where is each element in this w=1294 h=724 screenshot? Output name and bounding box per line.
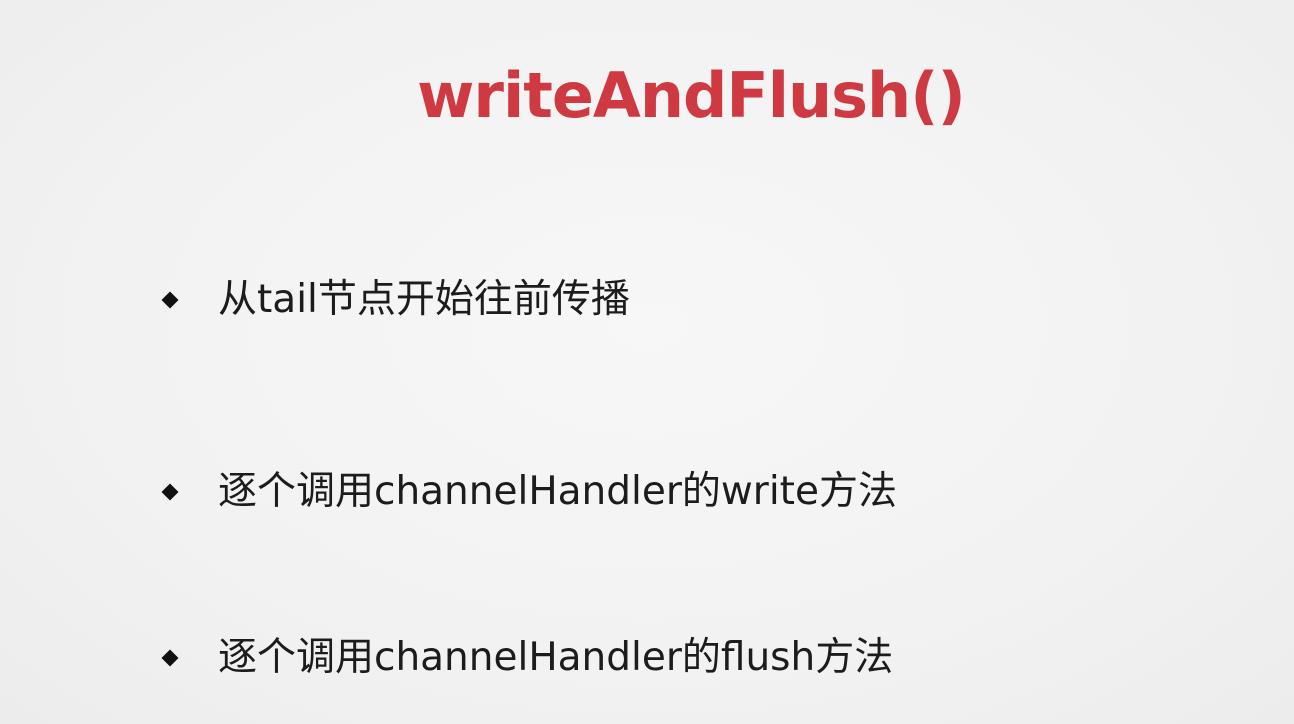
bullet-item: 逐个调用channelHandler的flush方法 <box>160 628 893 688</box>
slide-title: writeAndFlush() <box>417 59 966 132</box>
diamond-bullet-icon <box>161 649 179 667</box>
diamond-bullet-icon <box>161 291 179 309</box>
slide: writeAndFlush() 从tail节点开始往前传播 逐个调用channe… <box>0 0 1294 724</box>
bullet-text: 逐个调用channelHandler的flush方法 <box>218 635 894 680</box>
diamond-bullet-icon <box>161 483 179 501</box>
bullet-text: 从tail节点开始往前传播 <box>218 277 630 322</box>
bullet-text: 逐个调用channelHandler的write方法 <box>218 469 897 514</box>
bullet-item: 逐个调用channelHandler的write方法 <box>160 462 897 522</box>
bullet-item: 从tail节点开始往前传播 <box>160 270 630 330</box>
